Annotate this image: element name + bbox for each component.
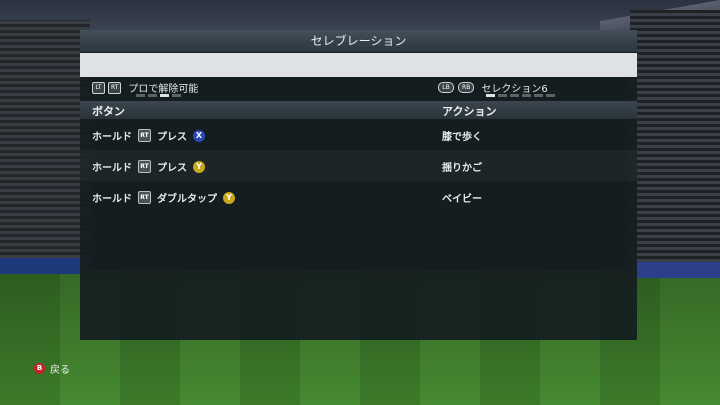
page-dot xyxy=(498,94,507,97)
rt-button-icon: RT xyxy=(108,81,122,94)
unlock-filter[interactable]: LT RT プロで解除可能 xyxy=(92,80,198,95)
selection-switcher[interactable]: LB RB セレクション6 xyxy=(438,80,548,95)
input-label: ダブルタップ xyxy=(157,194,217,205)
lb-button-icon: LB xyxy=(438,82,454,93)
rt-button-icon: RT xyxy=(138,160,151,173)
page-dot xyxy=(160,94,169,97)
page-dot xyxy=(522,94,531,97)
input-label: プレス xyxy=(157,132,187,143)
action-label: ベイビー xyxy=(442,194,482,205)
rt-button-icon: RT xyxy=(138,129,151,142)
panel-title: セレブレーション xyxy=(80,30,637,52)
button-column-header: ボタン xyxy=(92,105,125,118)
hold-label: ホールド xyxy=(92,163,132,174)
page-dot xyxy=(534,94,543,97)
input-label: プレス xyxy=(157,163,187,174)
y-button-icon: Y xyxy=(223,191,235,204)
page-dot xyxy=(546,94,555,97)
back-button[interactable]: B 戻る xyxy=(34,361,70,376)
subheader-row: LT RT プロで解除可能 LB RB セレクション6 xyxy=(80,77,637,101)
selection-page-indicator xyxy=(486,94,555,97)
celebration-row[interactable]: ホールド RT プレス X 膝で歩く xyxy=(80,119,637,150)
page-dot xyxy=(148,94,157,97)
y-button-icon: Y xyxy=(193,160,205,173)
action-label: 揺りかご xyxy=(442,163,482,174)
celebration-row[interactable]: ホールド RT プレス Y 揺りかご xyxy=(80,150,637,181)
selection-highlight-bar xyxy=(80,53,637,77)
action-label: 膝で歩く xyxy=(442,132,482,143)
lt-button-icon: LT xyxy=(92,81,105,94)
ad-board-right xyxy=(636,262,720,278)
filter-page-indicator xyxy=(136,94,181,97)
celebration-panel: セレブレーション LT RT プロで解除可能 LB RB セレクション6 ボタン… xyxy=(80,30,637,340)
column-header: ボタン アクション xyxy=(80,101,637,119)
rt-button-icon: RT xyxy=(138,191,151,204)
hold-label: ホールド xyxy=(92,132,132,143)
stand-right xyxy=(630,10,720,280)
action-column-header: アクション xyxy=(442,105,497,118)
page-dot xyxy=(172,94,181,97)
x-button-icon: X xyxy=(193,129,205,142)
button-combo: ホールド RT プレス Y xyxy=(92,159,205,174)
ad-board-left xyxy=(0,258,84,274)
page-dot xyxy=(510,94,519,97)
celebration-list: ホールド RT プレス X 膝で歩く ホールド RT プレス Y 揺りかご ホー… xyxy=(80,119,637,212)
back-label: 戻る xyxy=(50,365,70,376)
button-combo: ホールド RT プレス X xyxy=(92,128,205,143)
page-dot xyxy=(136,94,145,97)
b-button-icon: B xyxy=(34,363,45,374)
stand-left xyxy=(0,20,90,270)
celebration-row[interactable]: ホールド RT ダブルタップ Y ベイビー xyxy=(80,181,637,212)
button-combo: ホールド RT ダブルタップ Y xyxy=(92,190,235,205)
hold-label: ホールド xyxy=(92,194,132,205)
page-dot xyxy=(486,94,495,97)
rb-button-icon: RB xyxy=(458,82,475,93)
